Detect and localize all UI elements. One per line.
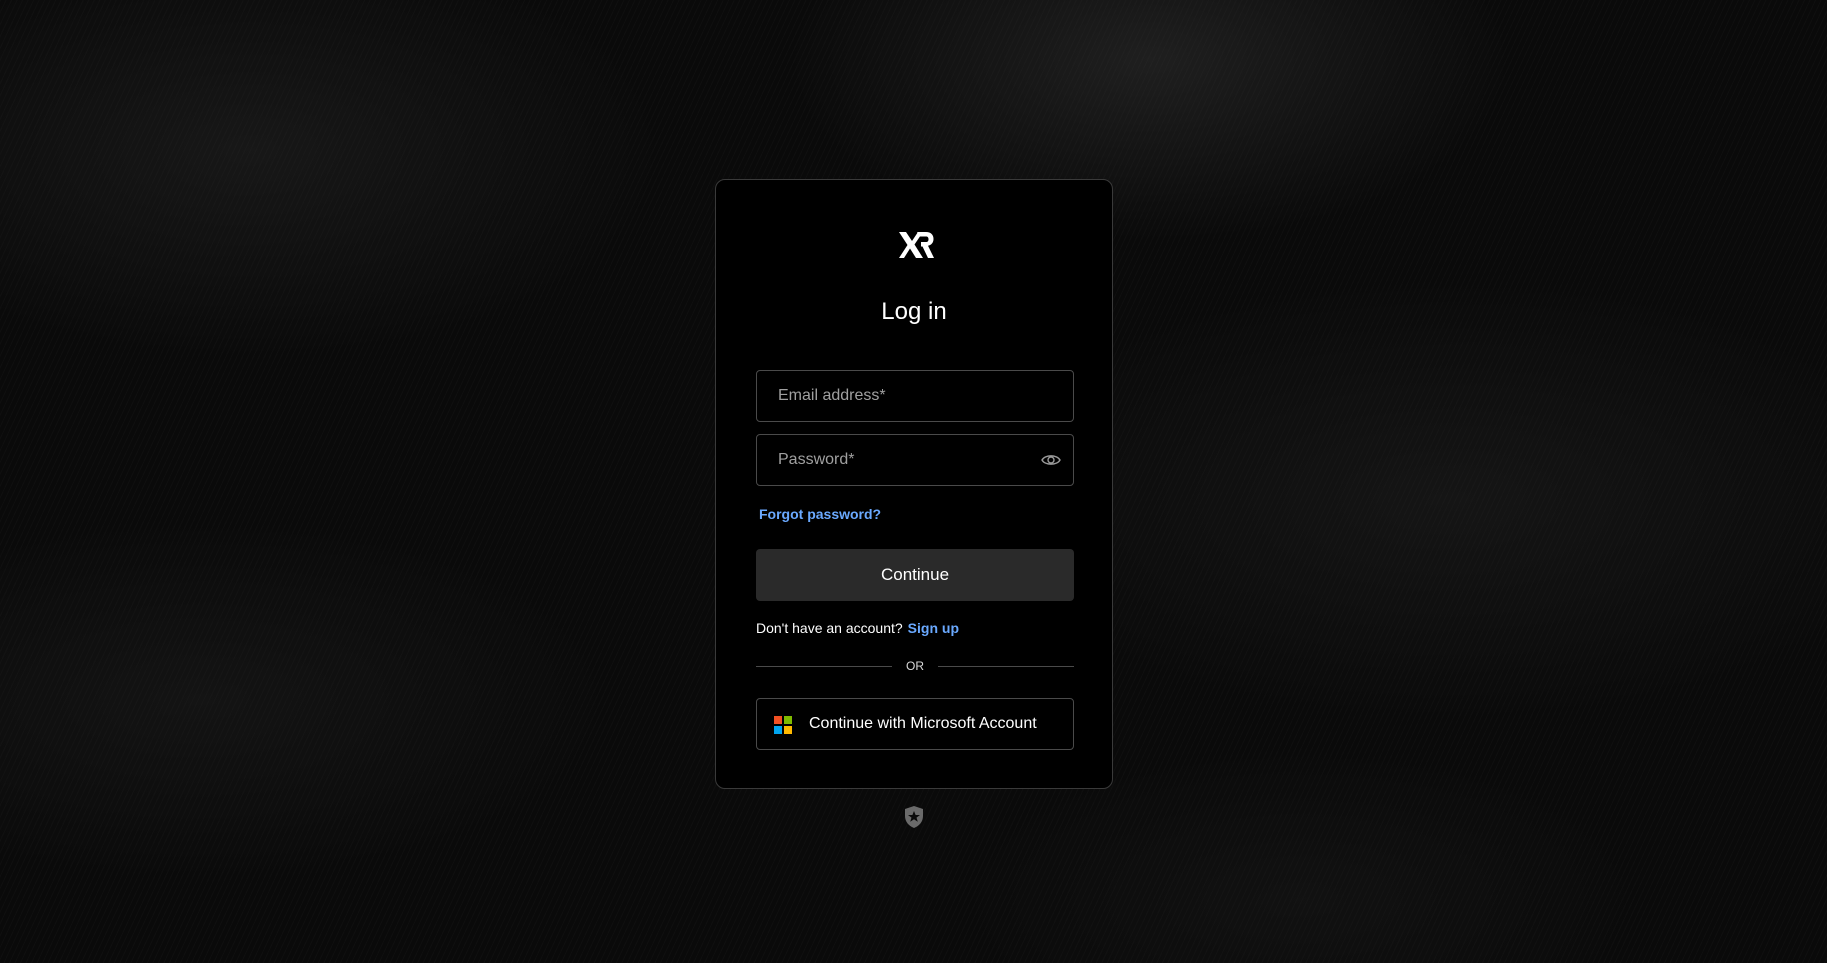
shield-icon (905, 806, 923, 828)
microsoft-login-button[interactable]: Continue with Microsoft Account (756, 698, 1074, 750)
eye-icon[interactable] (1041, 452, 1061, 468)
forgot-password-link[interactable]: Forgot password? (759, 506, 881, 522)
or-divider: OR (756, 658, 1074, 674)
email-field-container (756, 370, 1074, 422)
signup-row: Don't have an account? Sign up (756, 619, 959, 637)
login-card: Log in Forgot password? Continue Don't h… (715, 179, 1113, 789)
sign-up-link[interactable]: Sign up (908, 620, 959, 636)
page-title: Log in (881, 298, 947, 325)
microsoft-login-label: Continue with Microsoft Account (809, 715, 1037, 732)
email-field[interactable] (757, 371, 1073, 421)
microsoft-logo-icon (774, 716, 792, 734)
signup-prompt: Don't have an account? (756, 620, 903, 636)
divider-line-right (938, 666, 1074, 667)
xr-logo-icon (899, 232, 934, 258)
password-field-container (756, 434, 1074, 486)
password-field[interactable] (757, 435, 1073, 485)
continue-button[interactable]: Continue (756, 549, 1074, 601)
